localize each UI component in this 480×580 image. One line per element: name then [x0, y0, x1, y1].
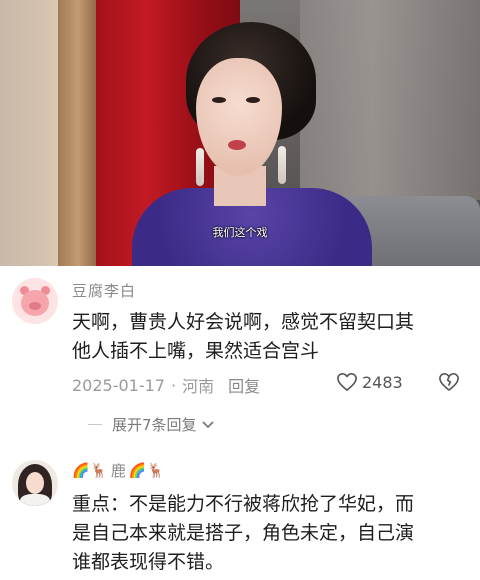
expand-replies-label: 展开7条回复 — [112, 416, 197, 434]
video-frame[interactable]: 我们这个戏 — [0, 0, 480, 266]
earring-left — [196, 148, 204, 186]
earring-right — [278, 146, 286, 184]
comment-text-line-2: 是自己本来就是搭子，角色未定，自己演 — [72, 522, 415, 544]
username-decoration-suffix: 🌈🦌 — [128, 462, 166, 479]
comment-date: 2025-01-17 — [72, 375, 165, 395]
speaker-eye-right — [246, 97, 260, 103]
comment-username-text: 鹿 — [110, 462, 127, 480]
video-subtitle: 我们这个戏 — [212, 226, 268, 239]
pig-snout — [29, 302, 41, 310]
chevron-down-icon — [201, 420, 214, 428]
comment-item: 🌈🦌 鹿 🌈🦌 重点：不是能力不行被蒋欣抢了华妃，而 是自己本来就是搭子，角色未… — [0, 444, 480, 580]
speaker-mouth — [228, 140, 246, 150]
broken-heart-icon — [439, 373, 459, 391]
avatar-shirt — [20, 494, 50, 506]
reply-button[interactable]: 回复 — [228, 373, 260, 397]
meta-separator: · — [170, 375, 177, 395]
expand-divider — [88, 424, 102, 425]
comment-text-line-1: 重点：不是能力不行被蒋欣抢了华妃，而 — [72, 493, 415, 515]
comment-item: 豆腐李白 天啊，曹贵人好会说啊，感觉不留契口其 他人插不上嘴，果然适合宫斗 20… — [0, 266, 480, 444]
comment-location: 河南 — [182, 377, 215, 396]
girl-avatar-icon[interactable] — [12, 460, 58, 506]
comment-username[interactable]: 豆腐李白 — [72, 280, 136, 301]
pig-avatar-icon[interactable] — [12, 278, 58, 324]
like-count: 2483 — [362, 372, 403, 392]
heart-icon — [337, 373, 357, 391]
comment-text-line-1: 天啊，曹贵人好会说啊，感觉不留契口其 — [72, 311, 415, 333]
comment-meta: 2025-01-17 · 河南 回复 — [72, 373, 260, 397]
avatar-face — [26, 472, 44, 494]
speaker-eye-left — [212, 97, 226, 103]
dislike-button[interactable] — [438, 372, 460, 392]
comment-text-line-2: 他人插不上嘴，果然适合宫斗 — [72, 340, 320, 362]
username-decoration-prefix: 🌈🦌 — [72, 462, 109, 479]
comment-text-line-3: 谁都表现得不错。 — [72, 551, 225, 573]
speaker-face — [196, 58, 282, 176]
comment-username[interactable]: 🌈🦌 鹿 🌈🦌 — [72, 460, 166, 481]
like-button[interactable]: 2483 — [336, 372, 403, 392]
expand-replies-button[interactable]: 展开7条回复 — [88, 414, 215, 435]
